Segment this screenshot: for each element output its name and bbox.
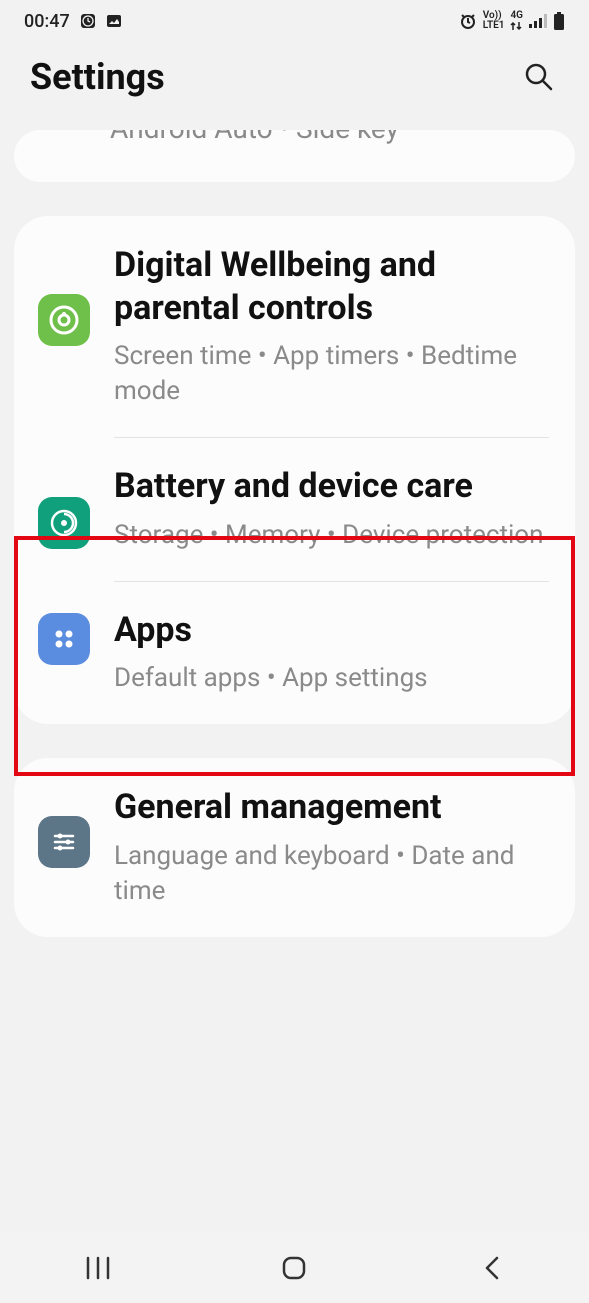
search-icon [523,61,555,93]
wellbeing-body: Digital Wellbeing and parental controls … [114,244,551,409]
nav-recents-button[interactable] [58,1248,138,1288]
group-advanced-features[interactable]: Android Auto • Side key [14,130,575,182]
general-management-icon [38,816,90,868]
settings-item-digital-wellbeing[interactable]: Digital Wellbeing and parental controls … [14,216,575,437]
clock-app-icon [80,13,96,29]
page-title: Settings [30,56,165,98]
settings-item-general-management[interactable]: General management Language and keyboard… [14,758,575,937]
apps-title: Apps [114,609,551,652]
battery-icon [553,12,565,30]
settings-item-apps[interactable]: Apps Default apps • App settings [14,581,575,725]
gallery-icon [106,13,122,29]
data-arrows-icon [510,21,523,31]
status-gen: 4G [510,11,523,21]
settings-header: Settings [0,38,589,122]
alarm-icon [459,12,477,30]
status-bar: 00:47 Vo)) LTE1 4G [0,0,589,38]
recents-icon [84,1256,112,1280]
apps-icon [38,613,90,665]
nav-home-button[interactable] [254,1248,334,1288]
back-icon [481,1254,501,1282]
wellbeing-sub: Screen time • App timers • Bedtime mode [114,339,551,409]
navigation-bar [0,1233,589,1303]
status-gen-block: 4G [510,11,523,31]
settings-item-battery-device-care[interactable]: Battery and device care Storage • Memory… [14,437,575,581]
general-body: General management Language and keyboard… [114,786,551,909]
status-left: 00:47 [24,11,122,32]
status-network-text: Vo)) LTE1 [483,11,505,31]
signal-icon [529,14,547,28]
nav-back-button[interactable] [451,1248,531,1288]
general-title: General management [114,786,551,829]
home-icon [280,1254,308,1282]
battery-sub: Storage • Memory • Device protection [114,518,551,553]
wellbeing-icon [38,294,90,346]
status-lte: LTE1 [483,21,505,31]
status-right: Vo)) LTE1 4G [459,11,565,31]
settings-scroll[interactable]: Android Auto • Side key Digital Wellbein… [0,130,589,1233]
apps-body: Apps Default apps • App settings [114,609,551,697]
wellbeing-title: Digital Wellbeing and parental controls [114,244,551,329]
general-sub: Language and keyboard • Date and time [114,839,551,909]
battery-title: Battery and device care [114,465,551,508]
group-device: Digital Wellbeing and parental controls … [14,216,575,724]
battery-body: Battery and device care Storage • Memory… [114,465,551,553]
device-care-icon [38,497,90,549]
apps-sub: Default apps • App settings [114,661,551,696]
status-time: 00:47 [24,11,70,32]
group-general: General management Language and keyboard… [14,758,575,937]
search-button[interactable] [519,57,559,97]
advanced-features-sub: Android Auto • Side key [110,130,399,145]
